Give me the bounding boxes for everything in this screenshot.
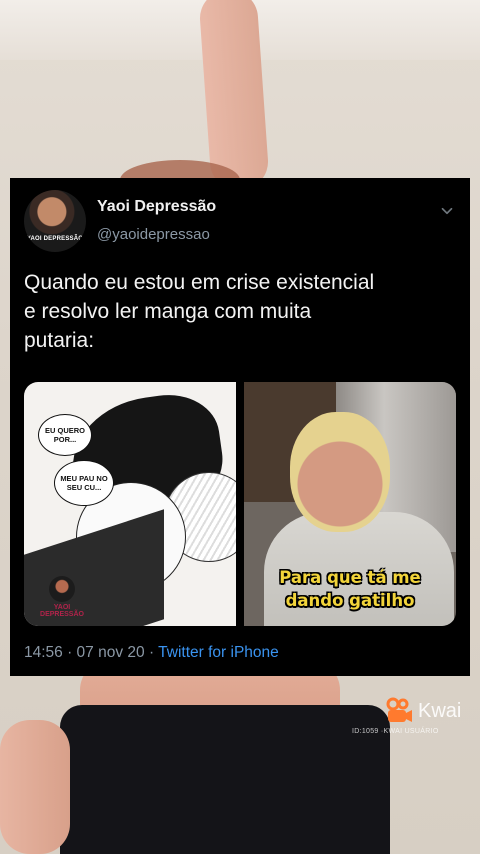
- watermark-text: Yaoi DEPRESSÃO: [40, 604, 84, 618]
- tweet-media: EU QUERO POR... MEU PAU NO SEU CU... Yao…: [24, 382, 456, 626]
- tweet-header: YAOI DEPRESSÃO Yaoi Depressão @yaoidepre…: [24, 190, 456, 254]
- tweet-timestamp: 14:56 · 07 nov 20 ·: [24, 644, 159, 661]
- chevron-down-icon[interactable]: [438, 202, 456, 220]
- person-pants: [60, 705, 390, 854]
- tweet-meta: 14:56 · 07 nov 20 · Twitter for iPhone: [24, 644, 279, 662]
- tweet-card: YAOI DEPRESSÃO Yaoi Depressão @yaoidepre…: [10, 178, 470, 676]
- tweet-source-link[interactable]: Twitter for iPhone: [158, 644, 279, 661]
- kwai-label: Kwai: [418, 699, 462, 722]
- tweet-text: Quando eu estou em crise existencial e r…: [24, 271, 375, 352]
- avatar[interactable]: YAOI DEPRESSÃO: [24, 190, 86, 252]
- kwai-watermark: Kwai: [384, 694, 474, 728]
- meme-photo[interactable]: Para que tá me dando gatilho: [244, 382, 456, 626]
- kwai-logo-icon: [384, 696, 414, 726]
- speech-bubble: MEU PAU NO SEU CU...: [54, 460, 114, 506]
- speech-bubble: EU QUERO POR...: [38, 414, 92, 456]
- manga-watermark: Yaoi DEPRESSÃO: [32, 576, 92, 618]
- avatar-label: YAOI DEPRESSÃO: [26, 236, 84, 242]
- photo-head: [290, 412, 390, 532]
- meme-caption: Para que tá me dando gatilho: [279, 568, 421, 610]
- user-handle[interactable]: @yaoidepressao: [97, 226, 210, 243]
- kwai-user-id: ID:1059 ·KWAI USUÁRIO: [352, 728, 439, 735]
- person-hand: [0, 720, 70, 854]
- display-name[interactable]: Yaoi Depressão: [97, 198, 216, 216]
- watermark-avatar: [49, 576, 75, 602]
- manga-panel[interactable]: EU QUERO POR... MEU PAU NO SEU CU... Yao…: [24, 382, 236, 626]
